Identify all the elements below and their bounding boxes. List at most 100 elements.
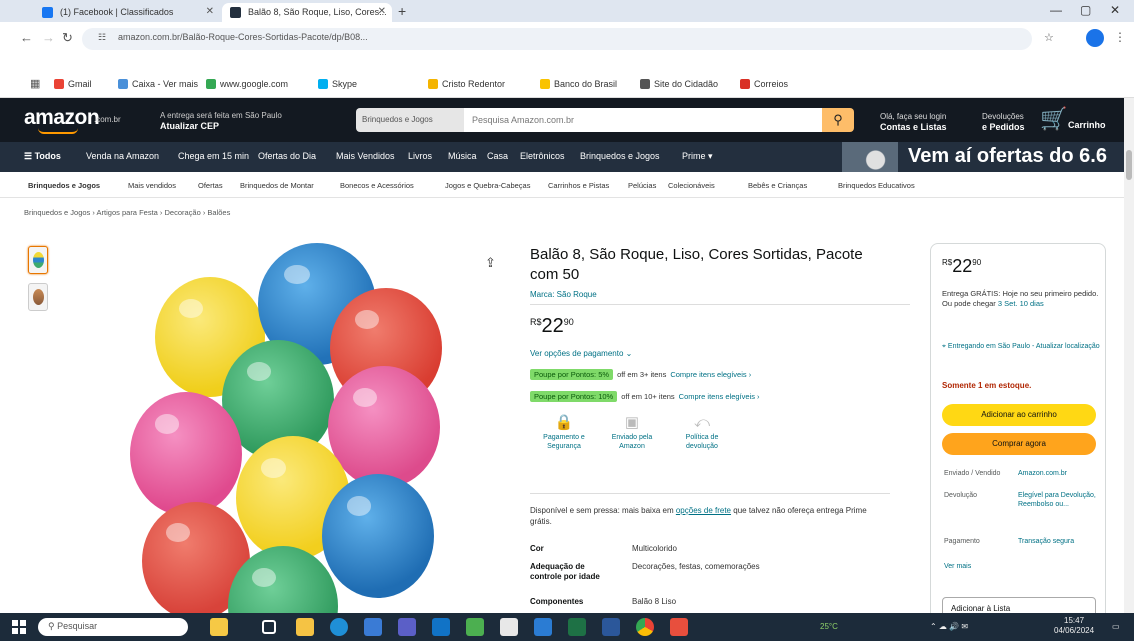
menu-icon[interactable]: ⋮ xyxy=(1114,30,1126,44)
buybox-row-value[interactable]: Elegível para Devolução, Reembolso ou... xyxy=(1018,491,1100,509)
nav-item[interactable]: Chega em 15 min xyxy=(178,151,249,161)
nav-item[interactable]: Eletrônicos xyxy=(520,151,565,161)
nav-item[interactable]: Ofertas do Dia xyxy=(258,151,316,161)
shipping-options-link[interactable]: opções de frete xyxy=(676,506,731,515)
subnav-item[interactable]: Mais vendidos xyxy=(128,181,176,190)
weather-widget[interactable]: 25°C xyxy=(820,622,838,631)
bookmark[interactable]: Cristo Redentor xyxy=(428,79,505,89)
maximize-icon[interactable]: ▢ xyxy=(1080,3,1091,17)
amazon-logo[interactable]: amazon xyxy=(24,106,100,130)
cart-label[interactable]: Carrinho xyxy=(1068,120,1106,130)
task-view-icon[interactable] xyxy=(262,620,276,634)
new-tab-button[interactable]: + xyxy=(398,3,406,19)
clock[interactable]: 15:47 04/06/2024 xyxy=(1054,616,1094,636)
promo-banner[interactable]: Vem aí ofertas do 6.6 xyxy=(908,145,1107,168)
feature-returns[interactable]: ⤺ Política de devolução xyxy=(672,415,732,451)
app-icon[interactable] xyxy=(534,618,552,636)
app-icon[interactable] xyxy=(500,618,518,636)
nav-item[interactable]: Música xyxy=(448,151,477,161)
app-icon[interactable] xyxy=(466,618,484,636)
taskbar-search[interactable]: ⚲ Pesquisar xyxy=(38,618,188,636)
brand-link[interactable]: Marca: São Roque xyxy=(530,290,597,299)
bookmark[interactable]: Banco do Brasil xyxy=(540,79,617,89)
store-icon[interactable] xyxy=(364,618,382,636)
widgets-icon[interactable] xyxy=(210,618,228,636)
subnav-item[interactable]: Colecionáveis xyxy=(668,181,715,190)
product-thumbnail[interactable] xyxy=(28,246,48,274)
windows-start-icon[interactable] xyxy=(12,620,26,634)
chrome-icon[interactable] xyxy=(636,618,654,636)
bookmark[interactable]: Caixa - Ver mais xyxy=(118,79,198,89)
payment-options-link[interactable]: Ver opções de pagamento ⌄ xyxy=(530,349,632,358)
nav-item[interactable]: Brinquedos e Jogos xyxy=(580,151,660,161)
subnav-item[interactable]: Bebês e Crianças xyxy=(748,181,807,190)
breadcrumb[interactable]: Brinquedos e Jogos › Artigos para Festa … xyxy=(24,208,230,217)
word-icon[interactable] xyxy=(602,618,620,636)
notifications-icon[interactable]: ▭ xyxy=(1112,622,1120,631)
feature-payment[interactable]: 🔒 Pagamento e Segurança xyxy=(534,415,594,451)
subnav-item[interactable]: Ofertas xyxy=(198,181,223,190)
bookmark[interactable]: Site do Cidadão xyxy=(640,79,718,89)
scrollbar-thumb[interactable] xyxy=(1126,150,1132,180)
nav-item[interactable]: Mais Vendidos xyxy=(336,151,395,161)
see-more-link[interactable]: Ver mais xyxy=(944,562,971,571)
app-icon[interactable] xyxy=(670,618,688,636)
browser-tab-active[interactable]: Balão 8, São Roque, Liso, Cores... ✕ xyxy=(222,3,392,22)
account-lists[interactable]: Olá, faça seu login Contas e Listas xyxy=(880,111,947,133)
star-icon[interactable]: ☆ xyxy=(1044,31,1054,44)
edge-icon[interactable] xyxy=(330,618,348,636)
bookmark[interactable]: www.google.com xyxy=(206,79,288,89)
feature-shipping[interactable]: ▣ Enviado pela Amazon xyxy=(602,415,662,451)
subnav-item[interactable]: Bonecos e Acessórios xyxy=(340,181,414,190)
forward-icon[interactable]: → xyxy=(42,30,55,45)
apps-icon[interactable]: ▦ xyxy=(30,77,40,90)
orders-line1: Devoluções xyxy=(982,112,1024,121)
excel-icon[interactable] xyxy=(568,618,586,636)
tray-icons[interactable]: ⌃ ☁ 🔊 ✉ xyxy=(930,622,968,631)
bookmark[interactable]: Skype xyxy=(318,79,357,89)
close-icon[interactable]: ✕ xyxy=(206,6,214,17)
subnav-item[interactable]: Brinquedos Educativos xyxy=(838,181,915,190)
bookmark[interactable]: Correios xyxy=(740,79,788,89)
subnav-item[interactable]: Jogos e Quebra-Cabeças xyxy=(445,181,530,190)
teams-icon[interactable] xyxy=(398,618,416,636)
product-image[interactable] xyxy=(130,240,450,613)
nav-item[interactable]: Venda na Amazon xyxy=(86,151,159,161)
cart-icon[interactable]: 🛒 xyxy=(1040,106,1067,132)
deal-link[interactable]: Compre itens elegíveis › xyxy=(679,392,760,401)
search-button[interactable]: ⚲ xyxy=(822,108,854,132)
subnav-item[interactable]: Brinquedos e Jogos xyxy=(28,181,100,190)
returns-orders[interactable]: Devoluções e Pedidos xyxy=(982,111,1025,133)
site-info-icon[interactable]: ☷ xyxy=(98,32,106,43)
nav-item[interactable]: Casa xyxy=(487,151,508,161)
deliver-to[interactable]: A entrega será feita em São Paulo Atuali… xyxy=(160,110,282,132)
close-icon[interactable]: ✕ xyxy=(378,6,386,17)
file-explorer-icon[interactable] xyxy=(296,618,314,636)
buy-now-button[interactable]: Comprar agora xyxy=(942,433,1096,455)
url-text[interactable]: amazon.com.br/Balão-Roque-Cores-Sortidas… xyxy=(118,32,368,42)
deal-link[interactable]: Compre itens elegíveis › xyxy=(670,370,751,379)
bookmark[interactable]: Gmail xyxy=(54,79,92,89)
close-window-icon[interactable]: ✕ xyxy=(1110,3,1120,17)
nav-item[interactable]: Livros xyxy=(408,151,432,161)
nav-item-prime[interactable]: Prime ▾ xyxy=(682,151,713,162)
nav-all[interactable]: ☰ Todos xyxy=(24,151,61,162)
add-to-cart-button[interactable]: Adicionar ao carrinho xyxy=(942,404,1096,426)
buybox-row-value[interactable]: Amazon.com.br xyxy=(1018,469,1100,478)
share-icon[interactable]: ⇪ xyxy=(485,255,496,271)
back-icon[interactable]: ← xyxy=(20,30,33,45)
buybox-row-value[interactable]: Transação segura xyxy=(1018,537,1100,546)
product-thumbnail[interactable] xyxy=(28,283,48,311)
outlook-icon[interactable] xyxy=(432,618,450,636)
minimize-icon[interactable]: — xyxy=(1050,3,1062,17)
subnav-item[interactable]: Pelúcias xyxy=(628,181,656,190)
reload-icon[interactable]: ↻ xyxy=(62,30,73,46)
search-input[interactable]: Pesquisa Amazon.com.br xyxy=(464,108,822,132)
browser-tab[interactable]: (1) Facebook | Classificados ✕ xyxy=(34,3,220,22)
search-category-select[interactable]: Brinquedos e Jogos xyxy=(356,108,464,132)
subnav-item[interactable]: Carrinhos e Pistas xyxy=(548,181,609,190)
delivery-date[interactable]: 3 Set. 10 dias xyxy=(998,299,1044,308)
profile-avatar[interactable] xyxy=(1086,29,1104,47)
delivery-location[interactable]: ⌖ Entregando em São Paulo - Atualizar lo… xyxy=(942,342,1102,351)
subnav-item[interactable]: Brinquedos de Montar xyxy=(240,181,314,190)
